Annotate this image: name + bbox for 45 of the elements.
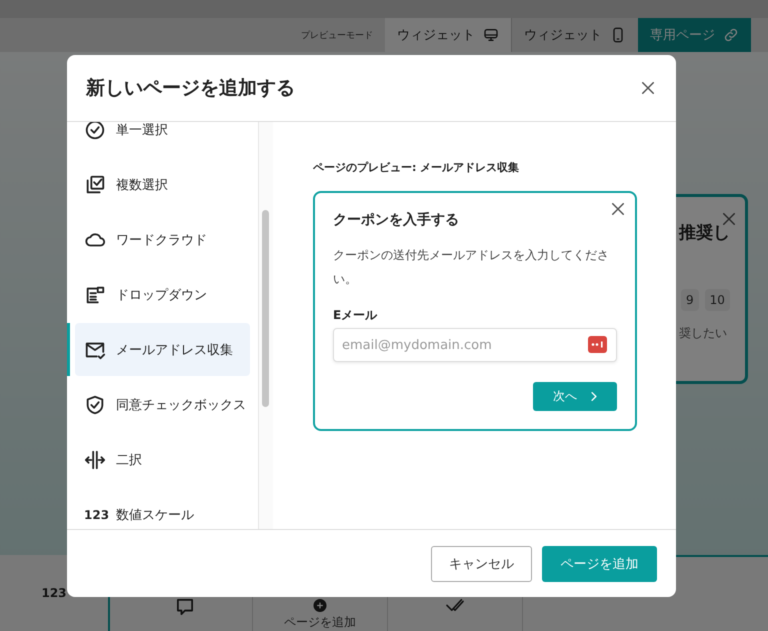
page-type-label: 単一選択 [116,122,168,138]
scale-option[interactable]: 10 [704,289,730,311]
page-type-item[interactable]: ドロップダウン [75,268,250,321]
chevron-icon [591,392,597,401]
preview-label: ページのプレビュー: メールアドレス収集 [313,160,520,175]
shield-check-icon [84,394,106,416]
email-label: Eメール [333,307,378,324]
email-field[interactable]: email@mydomain.com [333,328,617,362]
page-type-item[interactable]: 単一選択 [75,122,250,156]
page-type-label: 二択 [116,452,142,468]
comment-icon [177,599,193,615]
close-icon [642,82,654,94]
cancel-button[interactable]: キャンセル [431,546,532,582]
password-manager-icon[interactable] [588,336,607,353]
tool-label[interactable]: ページを追加 [284,614,356,631]
page-type-label: ドロップダウン [116,286,207,304]
scrollbar-thumb[interactable] [262,210,269,407]
close-icon [723,213,735,225]
page-type-item[interactable]: 同意チェックボックス [75,378,250,431]
page-type-item[interactable]: 123 数値スケール [75,488,250,529]
preview-mode-tab[interactable]: ウィジェット [385,18,511,52]
preview-mode-label: プレビューモード [301,29,373,42]
page-type-label: 同意チェックボックス [116,396,246,414]
desktop-icon [483,27,499,43]
double-check-icon [446,599,464,611]
split-arrows-icon [84,448,106,470]
page-type-label: 複数選択 [116,176,168,194]
scale-caption: 奨したい [679,325,727,342]
plus-icon [312,599,328,612]
page-type-label: ワードクラウド [116,232,207,248]
page-type-item[interactable]: ワードクラウド [75,213,250,266]
coupon-description: クーポンの送付先メールアドレスを入力してください。 [333,247,610,288]
number-icon: 123 [0,555,108,631]
number-icon: 123 [84,508,106,522]
checkbox-stack-icon [84,174,106,196]
page-type-item[interactable]: 二択 [75,433,250,486]
card-title: 推奨し [679,222,730,244]
page-type-item[interactable]: 複数選択 [75,158,250,211]
scale-option[interactable]: 9 [681,289,699,311]
page-type-label: メールアドレス収集 [116,342,233,358]
close-icon [612,203,624,215]
link-icon [723,27,739,43]
coupon-title: クーポンを入手する [333,211,460,229]
page-type-label: 数値スケール [116,506,194,524]
dialog-title: 新しいページを追加する [86,76,295,101]
